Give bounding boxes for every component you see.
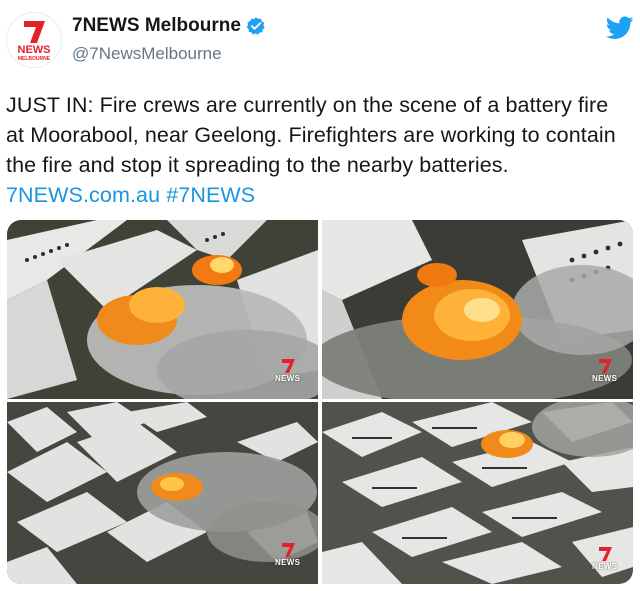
- watermark: NEWS: [275, 358, 300, 383]
- avatar-logo-bottom: MELBOURNE: [18, 56, 51, 62]
- seven-logo-icon: NEWS MELBOURNE: [18, 21, 51, 62]
- tweet-body: JUST IN: Fire crews are currently on the…: [6, 93, 616, 177]
- avatar[interactable]: NEWS MELBOURNE: [6, 12, 62, 68]
- tweet-hashtag[interactable]: #7NEWS: [166, 183, 255, 207]
- display-name[interactable]: 7NEWS Melbourne: [72, 15, 241, 37]
- seven-logo-icon: [281, 543, 295, 557]
- fire-photo-4[interactable]: NEWS: [322, 402, 633, 584]
- seven-logo-icon: [281, 359, 295, 373]
- seven-logo-icon: [598, 359, 612, 373]
- tweet-text: JUST IN: Fire crews are currently on the…: [6, 90, 632, 210]
- twitter-bird-icon[interactable]: [606, 16, 634, 40]
- media-grid: NEWS NEWS NEWS NEWS: [7, 220, 633, 584]
- tweet-link[interactable]: 7NEWS.com.au: [6, 183, 160, 207]
- watermark: NEWS: [592, 546, 617, 571]
- watermark: NEWS: [275, 542, 300, 567]
- fire-photo-1[interactable]: NEWS: [7, 220, 318, 399]
- fire-photo-3[interactable]: NEWS: [7, 402, 318, 584]
- seven-logo-icon: [598, 547, 612, 561]
- account-handle[interactable]: @7NewsMelbourne: [72, 44, 222, 64]
- avatar-logo-top: NEWS: [18, 44, 51, 56]
- tweet-header: NEWS MELBOURNE 7NEWS Melbourne @7NewsMel…: [0, 0, 640, 80]
- verified-badge-icon: [246, 17, 265, 35]
- watermark: NEWS: [592, 358, 617, 383]
- name-row: 7NEWS Melbourne: [72, 15, 266, 37]
- fire-photo-2[interactable]: NEWS: [322, 220, 633, 399]
